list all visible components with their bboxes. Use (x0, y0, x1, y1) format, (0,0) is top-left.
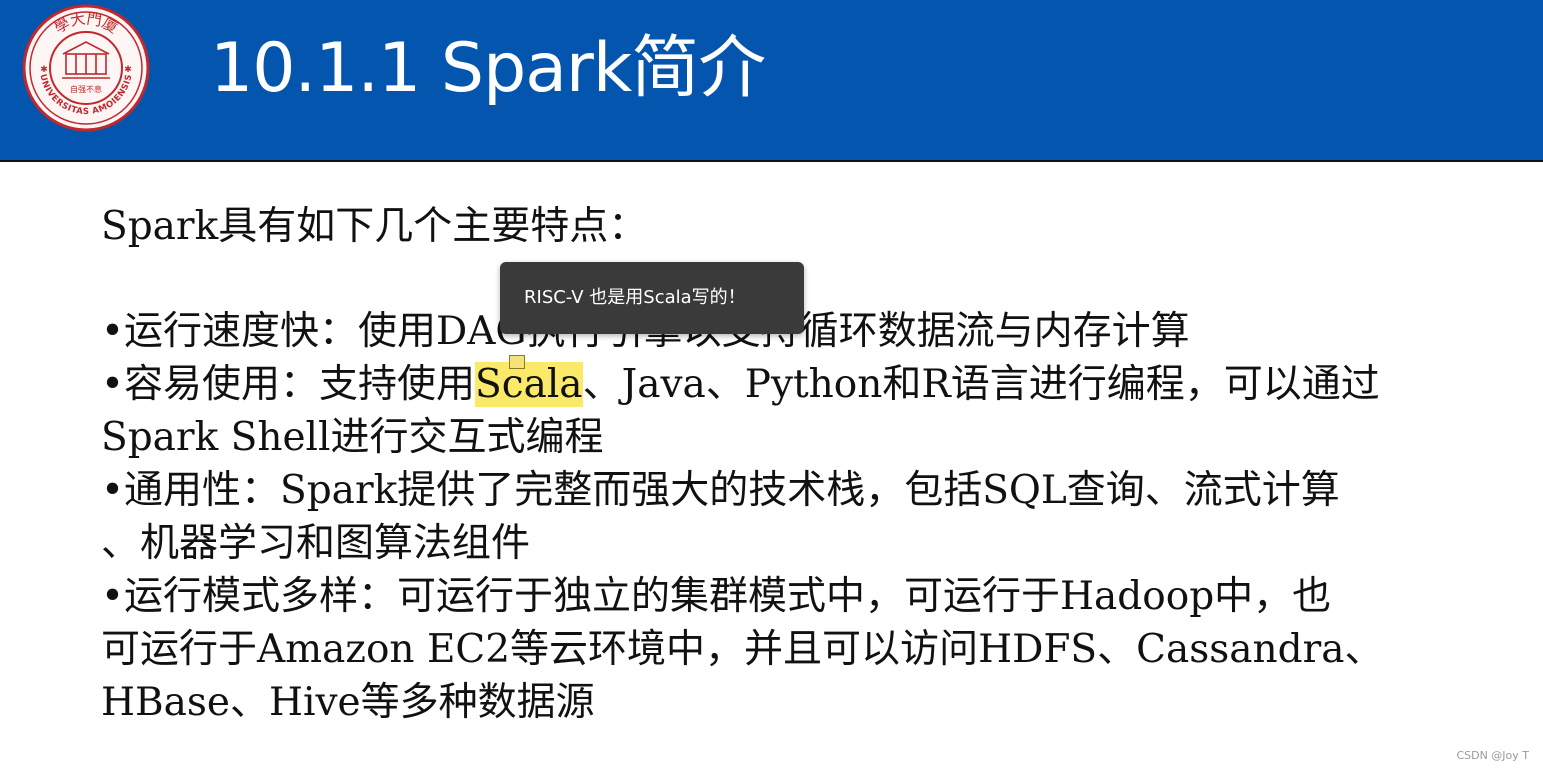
seal-motto: 自强不息 (70, 84, 102, 94)
feature-ease-line2: Spark Shell进行交互式编程 (101, 415, 604, 460)
feature-deployment-line2: 可运行于Amazon EC2等云环境中，并且可以访问HDFS、Cassandra… (101, 627, 1384, 672)
svg-text:✱: ✱ (124, 65, 132, 75)
comment-marker-icon[interactable] (509, 355, 525, 369)
feature-generality: •通用性：Spark提供了完整而强大的技术栈，包括SQL查询、流式计算 (101, 468, 1340, 513)
feature-ease-suffix: 、Java、Python和R语言进行编程，可以通过 (582, 362, 1380, 407)
title-divider (0, 160, 1543, 162)
slide-title: 10.1.1 Spark简介 (210, 29, 766, 108)
feature-generality-line2: 、机器学习和图算法组件 (101, 521, 531, 566)
university-seal-logo: 學大門廈 UNIVERSITAS AMOIENSIS ✱ ✱ 自强不息 (22, 4, 150, 132)
svg-text:✱: ✱ (40, 65, 48, 75)
watermark: CSDN @Joy T (1456, 749, 1529, 762)
comment-tooltip: RISC-V 也是用Scala写的！ (500, 262, 804, 334)
feature-deployment-line3: HBase、Hive等多种数据源 (101, 680, 595, 725)
highlighted-scala[interactable]: Scala (475, 362, 583, 407)
intro-line: Spark具有如下几个主要特点： (101, 204, 648, 249)
feature-ease-prefix: •容易使用：支持使用 (101, 362, 476, 407)
feature-deployment: •运行模式多样：可运行于独立的集群模式中，可运行于Hadoop中，也 (101, 574, 1332, 619)
title-bar: 學大門廈 UNIVERSITAS AMOIENSIS ✱ ✱ 自强不息 10.1… (0, 0, 1543, 160)
feature-ease-of-use: •容易使用：支持使用Scala、Java、Python和R语言进行编程，可以通过 (101, 358, 1501, 411)
